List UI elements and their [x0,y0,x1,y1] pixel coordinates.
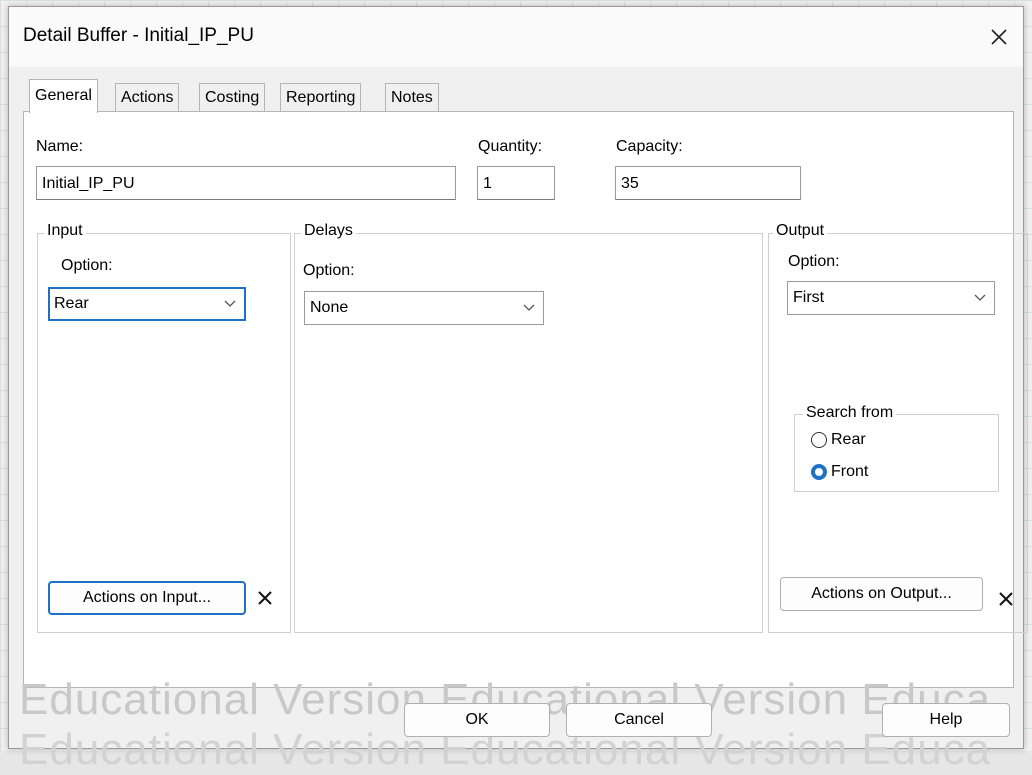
close-button[interactable] [981,19,1017,55]
name-field[interactable]: Initial_IP_PU [36,166,456,200]
output-option-select[interactable]: First [787,281,995,315]
chevron-down-icon [523,292,535,324]
search-from-title: Search from [803,404,897,422]
cancel-button[interactable]: Cancel [566,703,712,737]
actions-on-input-button[interactable]: Actions on Input... [48,581,246,615]
close-icon [990,22,1008,52]
quantity-label: Quantity: [478,138,543,155]
output-option-label: Option: [788,253,840,270]
tab-reporting[interactable]: Reporting [280,83,362,112]
capacity-label: Capacity: [616,138,683,155]
output-actions-close-icon[interactable] [998,587,1014,613]
search-front-radio[interactable]: Front [811,463,868,481]
tab-actions[interactable]: Actions [115,83,180,112]
output-group-title: Output [773,222,828,240]
name-label: Name: [36,138,84,155]
title-bar: Detail Buffer - Initial_IP_PU [9,7,1023,67]
delays-group-title: Delays [301,222,356,240]
input-option-value: Rear [54,295,89,312]
radio-unchecked-icon [811,432,827,448]
detail-buffer-dialog: Detail Buffer - Initial_IP_PU General Ac… [8,6,1028,774]
general-panel: Name: Initial_IP_PU Quantity: 1 Capacity… [23,111,1028,688]
input-group-title: Input [44,222,86,240]
ok-button[interactable]: OK [404,703,550,737]
tab-notes[interactable]: Notes [385,83,439,112]
actions-on-output-button[interactable]: Actions on Output... [780,577,983,611]
delays-option-select[interactable]: None [304,291,544,325]
tab-costing[interactable]: Costing [199,83,266,112]
search-from-group: Search from Rear Front [794,404,999,492]
search-front-label: Front [831,463,869,480]
delays-group: Delays Option: None [294,222,763,633]
help-button[interactable]: Help [882,703,1010,737]
input-group: Input Option: Rear Actions on Input... [37,222,291,633]
chevron-down-icon [974,282,986,314]
delays-option-value: None [310,299,349,316]
tab-general[interactable]: General [29,79,98,113]
delays-option-label: Option: [303,262,355,279]
search-rear-radio[interactable]: Rear [811,431,866,449]
footer-buttons: OK Cancel Help [9,697,1023,747]
search-rear-label: Rear [831,431,866,448]
chevron-down-icon [224,289,236,319]
window-title: Detail Buffer - Initial_IP_PU [23,25,254,46]
input-actions-close-icon[interactable] [257,586,273,612]
radio-checked-icon [811,464,827,480]
output-group: Output Option: First Search from Rear Fr… [768,222,1028,633]
input-option-label: Option: [61,257,113,274]
input-option-select[interactable]: Rear [48,287,246,321]
output-option-value: First [793,289,825,306]
quantity-field[interactable]: 1 [477,166,555,200]
capacity-field[interactable]: 35 [615,166,801,200]
